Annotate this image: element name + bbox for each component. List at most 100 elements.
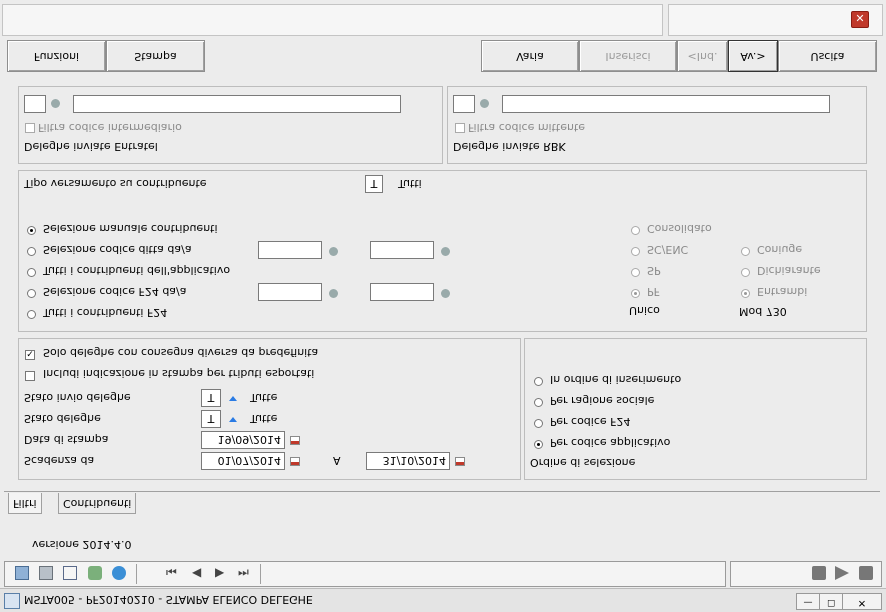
key-icon[interactable] [51,99,60,108]
mittente-code-input[interactable] [453,95,475,113]
intermediario-desc-input[interactable] [73,95,401,113]
f24-a-input[interactable] [370,283,434,301]
entrambi-radio[interactable] [741,289,750,298]
key-icon[interactable] [329,247,338,256]
pf-label: PF [647,285,660,298]
intermediario-code-input[interactable] [24,95,46,113]
data-stampa-input[interactable]: 19/09/2014 [201,431,285,449]
ordine-f24-radio[interactable] [534,419,543,428]
solo-deleghe-label: Solo deleghe con consegna diversa da pre… [43,346,319,359]
version-label: versione 2014.4.0 [32,538,132,551]
tipo-versamento-input[interactable]: T [365,175,383,193]
av-button[interactable]: Av.> [728,40,778,72]
tab-filtri[interactable]: Filtri [8,493,42,514]
document-icon[interactable] [63,566,77,580]
first-record-button[interactable]: ⏮ [166,565,177,580]
maximize-button[interactable]: ☐ [819,593,843,610]
tools-icon[interactable] [88,566,102,580]
includi-label: Includi indicazione in stampa per tribut… [43,367,315,380]
selezione-ditta-label: Selezione codice ditta da/a [43,243,192,256]
inserisci-label: Inserisci [605,49,651,63]
varia-label: Varia [516,49,544,63]
window-close-button[interactable]: ✕ [842,593,882,610]
varia-button[interactable]: Varia [481,40,579,72]
deleghe-entratel-label: Deleghe inviate Entratel [24,140,158,153]
tab-contribuenti-label: Contribuenti [63,496,132,510]
stato-invio-input[interactable]: T [201,389,221,407]
ordine-ragione-radio[interactable] [534,398,543,407]
filtra-mittente-checkbox[interactable] [455,123,465,133]
next-record-button[interactable]: ▶ [215,565,224,579]
coniuge-radio[interactable] [741,247,750,256]
selezione-ditta-radio[interactable] [27,247,36,256]
key-icon[interactable] [329,289,338,298]
prev-record-button[interactable]: ◀ [192,565,201,579]
uscita-button[interactable]: Uscita [778,40,877,72]
tabs-divider [4,491,880,492]
stato-deleghe-input[interactable]: T [201,410,221,428]
tipo-versamento-label: Tipo versamento su contribuente [24,177,207,190]
inserisci-button[interactable]: Inserisci [579,40,677,72]
calendar-icon[interactable] [290,436,300,445]
tab-contribuenti[interactable]: Contribuenti [58,493,137,514]
tutti-applicativo-label: Tutti i contribuenti dell'applicativo [43,264,231,277]
globe-icon[interactable] [112,566,126,580]
calendar-icon[interactable] [290,457,300,466]
stampa-label: Stampa [134,49,177,63]
filtra-intermediario-checkbox[interactable] [25,123,35,133]
f24-da-input[interactable] [258,283,322,301]
solo-deleghe-checkbox[interactable]: ✓ [25,350,35,360]
tutti-f24-label: Tutti i contribuenti F24 [43,306,168,319]
deleghe-rbk-label: Deleghe inviate RBK [453,140,566,153]
scadenza-da-input[interactable]: 01/07/2014 [201,452,285,470]
funzioni-button[interactable]: Funzioni [7,40,106,72]
ditta-da-input[interactable] [258,241,322,259]
consolidato-label: Consolidato [647,222,712,235]
includi-checkbox[interactable] [25,371,35,381]
spin-icon[interactable] [229,396,237,401]
sc-enc-radio[interactable] [631,247,640,256]
ordine-inserimento-radio[interactable] [534,377,543,386]
unico-label: Unico [629,304,660,317]
stampa-button[interactable]: Stampa [106,40,205,72]
tutti-f24-radio[interactable] [27,310,36,319]
dichiarante-label: Dichiarante [757,264,821,277]
stato-invio-desc: Tutte [250,391,278,404]
ordine-label: Ordine di selezione [530,456,636,469]
print-preview-icon[interactable] [15,566,29,580]
dichiarante-radio[interactable] [741,268,750,277]
clipboard-icon[interactable] [859,566,873,580]
toolbar-divider [260,564,261,584]
selezione-manuale-radio[interactable] [27,226,36,235]
ditta-a-input[interactable] [370,241,434,259]
stato-invio-label: Stato invio deleghe [24,391,131,404]
ordine-applicativo-radio[interactable] [534,440,543,449]
key-icon[interactable] [480,99,489,108]
tab-filtri-label: Filtri [13,496,37,510]
ordine-ragione-label: Per ragione sociale [550,394,655,407]
last-record-button[interactable]: ⏭ [238,565,249,580]
printer-icon[interactable] [39,566,53,580]
top-status-field [2,4,663,36]
mod730-label: Mod 730 [739,305,787,318]
funzioni-label: Funzioni [33,49,80,63]
ind-button[interactable]: <Ind. [677,40,728,72]
sp-radio[interactable] [631,268,640,277]
window-title-bar: MSTA005 - PF20140210 - STAMPA ELENCO DEL… [0,588,886,612]
selezione-manuale-label: Selezione manuale contribuenti [43,222,218,235]
key-icon[interactable] [441,247,450,256]
ordine-applicativo-label: Per codice applicativo [550,436,671,449]
consolidato-radio[interactable] [631,226,640,235]
tutti-applicativo-radio[interactable] [27,268,36,277]
close-icon[interactable]: ✕ [851,11,869,28]
key-icon[interactable] [441,289,450,298]
scadenza-a-input[interactable]: 31/10/2014 [366,452,450,470]
pf-radio[interactable] [631,289,640,298]
spin-icon[interactable] [229,417,237,422]
save-icon[interactable] [812,566,826,580]
selezione-f24-radio[interactable] [27,289,36,298]
ordine-f24-label: Per codice F24 [550,415,631,428]
calendar-icon[interactable] [455,457,465,466]
mittente-desc-input[interactable] [502,95,830,113]
minimize-button[interactable]: — [796,593,820,610]
